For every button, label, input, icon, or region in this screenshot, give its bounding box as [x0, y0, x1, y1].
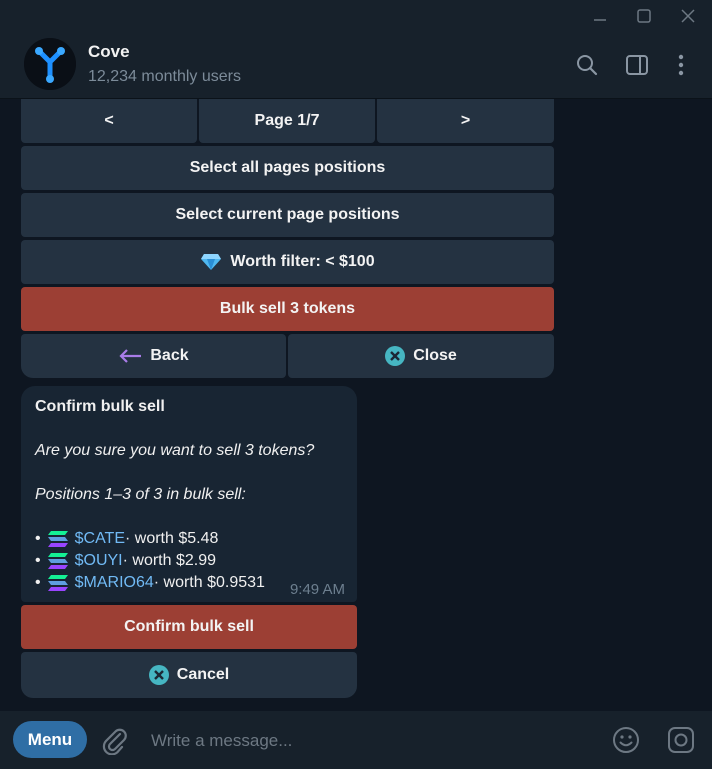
close-circle-icon	[148, 665, 169, 685]
bulk-sell-button[interactable]: Bulk sell 3 tokens	[21, 287, 554, 331]
window-titlebar	[0, 0, 712, 33]
more-vertical-icon[interactable]	[668, 52, 694, 78]
list-item: • $CATE · worth $5.48	[35, 528, 218, 550]
back-label: Back	[150, 347, 189, 364]
message-input[interactable]	[149, 727, 593, 755]
menu-button[interactable]: Menu	[13, 721, 87, 758]
bullet: •	[35, 530, 41, 547]
confirm-bulk-sell-button[interactable]: Confirm bulk sell	[21, 605, 357, 649]
select-current-label: Select current page positions	[175, 206, 400, 223]
page-indicator-button[interactable]: Page 1/7	[199, 99, 375, 143]
close-button[interactable]: Close	[288, 334, 554, 378]
token-link-cate[interactable]: $CATE	[75, 530, 125, 548]
minimize-icon[interactable]	[588, 6, 612, 26]
token-worth: · worth $2.99	[122, 552, 217, 569]
chat-messages[interactable]: < Page 1/7 > Select all pages positions …	[0, 99, 712, 711]
confirm-label: Confirm bulk sell	[124, 618, 254, 635]
list-item: • $MARIO64 · worth $0.9531	[35, 572, 265, 594]
solana-icon	[47, 574, 69, 592]
message-bubble: Confirm bulk sell Are you sure you want …	[21, 386, 357, 602]
select-current-page-button[interactable]: Select current page positions	[21, 193, 554, 237]
close-circle-icon	[385, 346, 406, 366]
next-page-button[interactable]: >	[377, 99, 554, 143]
bullet: •	[35, 552, 41, 569]
emoji-icon[interactable]	[611, 725, 641, 755]
menu-label: Menu	[27, 729, 73, 749]
bulk-sell-label: Bulk sell 3 tokens	[219, 300, 356, 317]
token-worth: · worth $5.48	[125, 530, 219, 547]
paperclip-icon[interactable]	[100, 725, 128, 756]
prev-page-label: <	[104, 112, 114, 129]
solana-icon	[47, 530, 69, 548]
positions-label: Positions 1–3 of 3 in bulk sell:	[35, 486, 246, 503]
message-title: Confirm bulk sell	[35, 398, 165, 415]
camera-icon[interactable]	[666, 725, 696, 755]
worth-filter-label: Worth filter: < $100	[230, 253, 375, 270]
token-link-ouyi[interactable]: $OUYI	[75, 552, 123, 570]
gem-icon	[200, 253, 222, 271]
chat-header[interactable]: Cove 12,234 monthly users	[0, 32, 712, 99]
next-page-label: >	[460, 112, 471, 129]
message-time: 9:49 AM	[289, 581, 345, 598]
chat-subtitle: 12,234 monthly users	[88, 68, 241, 85]
token-worth: · worth $0.9531	[153, 574, 265, 591]
message-composer: Menu	[0, 711, 712, 769]
cancel-label: Cancel	[176, 666, 230, 683]
cancel-button[interactable]: Cancel	[21, 652, 357, 698]
page-indicator-label: Page 1/7	[254, 112, 320, 129]
sidebar-toggle-icon[interactable]	[624, 52, 650, 78]
close-icon[interactable]	[676, 6, 700, 26]
worth-filter-button[interactable]: Worth filter: < $100	[21, 240, 554, 284]
token-link-mario64[interactable]: $MARIO64	[75, 574, 154, 592]
message-question: Are you sure you want to sell 3 tokens?	[35, 442, 315, 459]
select-all-pages-button[interactable]: Select all pages positions	[21, 146, 554, 190]
back-button[interactable]: Back	[21, 334, 286, 378]
chat-title: Cove	[88, 42, 130, 61]
bullet: •	[35, 574, 41, 591]
solana-icon	[47, 552, 69, 570]
list-item: • $OUYI · worth $2.99	[35, 550, 216, 572]
prev-page-button[interactable]: <	[21, 99, 197, 143]
maximize-icon[interactable]	[632, 6, 656, 26]
arrow-left-icon	[118, 348, 142, 364]
select-all-label: Select all pages positions	[189, 159, 386, 176]
search-icon[interactable]	[574, 52, 600, 78]
close-label: Close	[413, 347, 457, 364]
avatar[interactable]	[24, 38, 76, 90]
